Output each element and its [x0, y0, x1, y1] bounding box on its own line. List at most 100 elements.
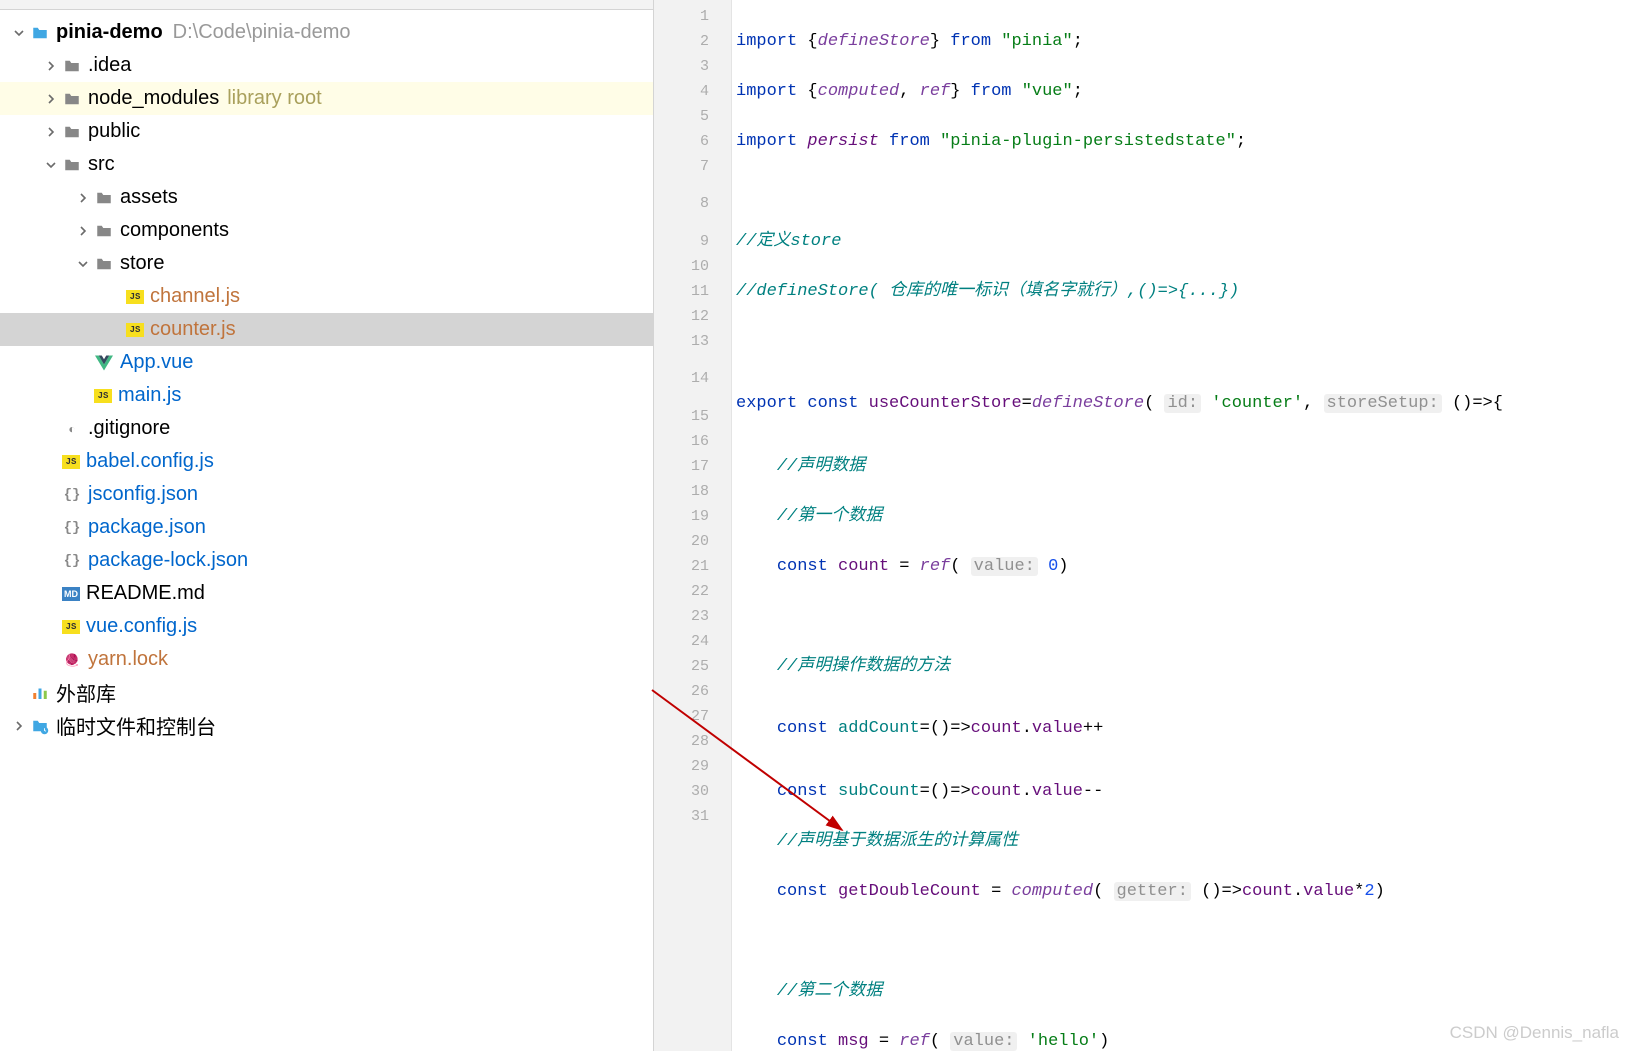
- app-root: pinia-demo D:\Code\pinia-demo .idea node…: [0, 0, 1633, 1051]
- project-root-row[interactable]: pinia-demo D:\Code\pinia-demo: [0, 16, 653, 49]
- folder-icon: [62, 89, 82, 109]
- line-number[interactable]: 19: [654, 504, 731, 529]
- tree-label: store: [120, 252, 164, 275]
- line-number[interactable]: 21: [654, 554, 731, 579]
- line-number[interactable]: 31: [654, 804, 731, 829]
- tree-label: node_modules: [88, 87, 219, 110]
- line-number[interactable]: 25: [654, 654, 731, 679]
- tree-file-package-json[interactable]: {} package.json: [0, 511, 653, 544]
- tree-label: App.vue: [120, 351, 193, 374]
- project-folder-icon: [30, 23, 50, 43]
- line-number[interactable]: 3: [654, 54, 731, 79]
- tree-folder-components[interactable]: components: [0, 214, 653, 247]
- tree-file-main-js[interactable]: JS main.js: [0, 379, 653, 412]
- folder-icon: [62, 122, 82, 142]
- line-number[interactable]: 10: [654, 254, 731, 279]
- tree-file-channel-js[interactable]: JS channel.js: [0, 280, 653, 313]
- chevron-right-icon[interactable]: [42, 123, 60, 141]
- line-number[interactable]: 28: [654, 729, 731, 754]
- json-file-icon: {}: [62, 551, 82, 571]
- tree-label: .gitignore: [88, 417, 170, 440]
- folder-icon: [94, 188, 114, 208]
- tree-label: counter.js: [150, 318, 236, 341]
- line-number[interactable]: 29: [654, 754, 731, 779]
- chevron-right-icon[interactable]: [74, 222, 92, 240]
- tree-label: jsconfig.json: [88, 483, 198, 506]
- tree-folder-idea[interactable]: .idea: [0, 49, 653, 82]
- tree-toolbar: [0, 0, 653, 10]
- tree-file-babel-config[interactable]: JS babel.config.js: [0, 445, 653, 478]
- chevron-down-icon[interactable]: [74, 255, 92, 273]
- line-number[interactable]: 22: [654, 579, 731, 604]
- folder-icon: [94, 254, 114, 274]
- line-number-gutter: 1 2 3 4 5 6 7 8 9 10 11 12 13 14 15 16 1…: [654, 0, 732, 1051]
- line-number[interactable]: 23: [654, 604, 731, 629]
- line-number[interactable]: 11: [654, 279, 731, 304]
- tree-external-libraries[interactable]: 外部库: [0, 676, 653, 709]
- folder-icon: [94, 221, 114, 241]
- chevron-right-icon[interactable]: [10, 717, 28, 735]
- line-number[interactable]: 26: [654, 679, 731, 704]
- js-file-icon: JS: [94, 389, 112, 403]
- line-number[interactable]: 5: [654, 104, 731, 129]
- tree-file-readme[interactable]: MD README.md: [0, 577, 653, 610]
- tree-label: package.json: [88, 516, 206, 539]
- tree-label: main.js: [118, 384, 181, 407]
- tree-folder-store[interactable]: store: [0, 247, 653, 280]
- json-file-icon: {}: [62, 485, 82, 505]
- line-number[interactable]: 6: [654, 129, 731, 154]
- tree-folder-public[interactable]: public: [0, 115, 653, 148]
- tree-label: vue.config.js: [86, 615, 197, 638]
- tree-label: components: [120, 219, 229, 242]
- tree-file-vue-config[interactable]: JS vue.config.js: [0, 610, 653, 643]
- folder-icon: [62, 155, 82, 175]
- chevron-down-icon[interactable]: [42, 156, 60, 174]
- tree-label: assets: [120, 186, 178, 209]
- line-number[interactable]: 9: [654, 229, 731, 254]
- tree-file-app-vue[interactable]: App.vue: [0, 346, 653, 379]
- scratches-icon: [30, 716, 50, 736]
- tree-folder-assets[interactable]: assets: [0, 181, 653, 214]
- chevron-right-icon[interactable]: [42, 90, 60, 108]
- line-number[interactable]: 13: [654, 329, 731, 354]
- tree-file-gitignore[interactable]: ◐ .gitignore: [0, 412, 653, 445]
- watermark: CSDN @Dennis_nafla: [1450, 1023, 1619, 1043]
- tree-file-yarn-lock[interactable]: 🧶 yarn.lock: [0, 643, 653, 676]
- line-number[interactable]: 4: [654, 79, 731, 104]
- tree-file-package-lock[interactable]: {} package-lock.json: [0, 544, 653, 577]
- tree-label: 外部库: [56, 678, 116, 707]
- line-number[interactable]: 15: [654, 404, 731, 429]
- line-number[interactable]: 8: [654, 179, 731, 229]
- project-name: pinia-demo: [56, 21, 163, 44]
- tree-label: yarn.lock: [88, 648, 168, 671]
- tree-file-counter-js[interactable]: JS counter.js: [0, 313, 653, 346]
- tree-file-jsconfig[interactable]: {} jsconfig.json: [0, 478, 653, 511]
- line-number[interactable]: 14: [654, 354, 731, 404]
- chevron-right-icon[interactable]: [74, 189, 92, 207]
- line-number[interactable]: 12: [654, 304, 731, 329]
- chevron-right-icon[interactable]: [42, 57, 60, 75]
- line-number[interactable]: 24: [654, 629, 731, 654]
- line-number[interactable]: 18: [654, 479, 731, 504]
- tree-folder-node-modules[interactable]: node_modules library root: [0, 82, 653, 115]
- project-tree-panel[interactable]: pinia-demo D:\Code\pinia-demo .idea node…: [0, 0, 654, 1051]
- js-file-icon: JS: [126, 290, 144, 304]
- line-number[interactable]: 1: [654, 4, 731, 29]
- tree-label: 临时文件和控制台: [56, 711, 216, 740]
- line-number[interactable]: 30: [654, 779, 731, 804]
- line-number[interactable]: 17: [654, 454, 731, 479]
- line-number[interactable]: 7: [654, 154, 731, 179]
- editor-panel: 1 2 3 4 5 6 7 8 9 10 11 12 13 14 15 16 1…: [654, 0, 1633, 1051]
- tree-label: public: [88, 120, 140, 143]
- tree-label: channel.js: [150, 285, 240, 308]
- chevron-down-icon[interactable]: [10, 24, 28, 42]
- json-file-icon: {}: [62, 518, 82, 538]
- tree-label: package-lock.json: [88, 549, 248, 572]
- line-number[interactable]: 20: [654, 529, 731, 554]
- line-number[interactable]: 27: [654, 704, 731, 729]
- tree-folder-src[interactable]: src: [0, 148, 653, 181]
- code-editor[interactable]: import {defineStore} from "pinia"; impor…: [732, 0, 1633, 1051]
- line-number[interactable]: 2: [654, 29, 731, 54]
- tree-scratches[interactable]: 临时文件和控制台: [0, 709, 653, 742]
- line-number[interactable]: 16: [654, 429, 731, 454]
